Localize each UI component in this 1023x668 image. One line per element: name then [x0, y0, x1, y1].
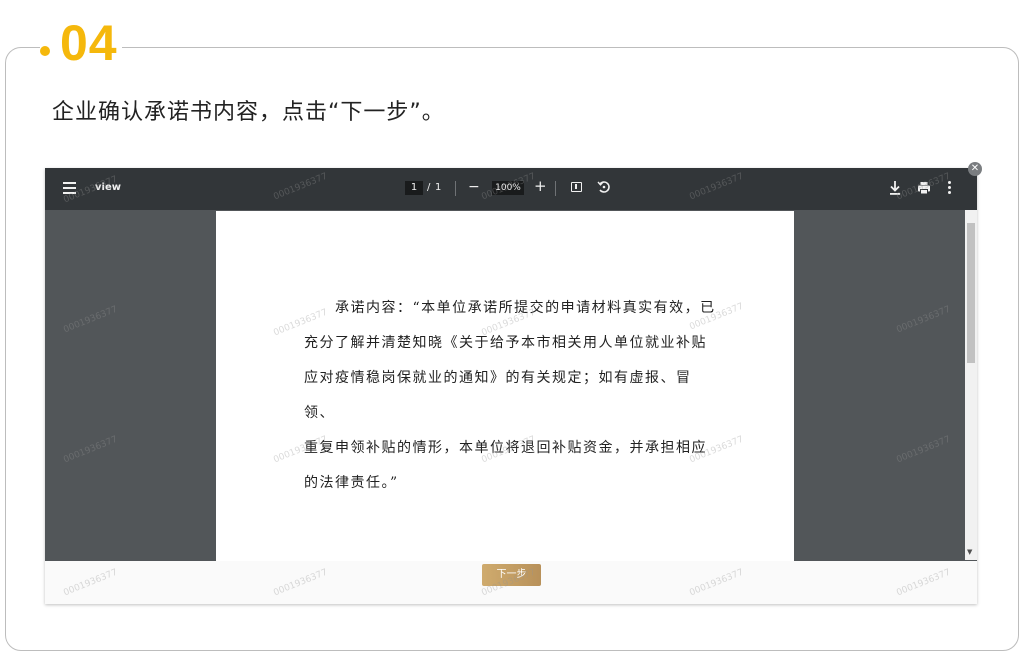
instruction-text: 企业确认承诺书内容，点击“下一步”。: [52, 100, 445, 125]
commitment-line: 应对疫情稳岗保就业的通知》的有关规定；如有虚报、冒领、: [304, 370, 692, 421]
document-title: view: [95, 182, 121, 193]
page-total: 1: [435, 182, 442, 193]
toolbar-divider: [455, 181, 456, 196]
commitment-line: 充分了解并清楚知晓《关于给予本市相关用人单位就业补贴: [304, 335, 707, 351]
page-number-input[interactable]: 1: [405, 181, 423, 195]
zoom-in-button[interactable]: +: [534, 178, 547, 194]
step-number: 04: [40, 4, 122, 68]
scroll-down-arrow-icon[interactable]: ▼: [967, 548, 972, 556]
commitment-line: 承诺内容：“本单位承诺所提交的申请材料真实有效，已: [304, 300, 716, 316]
step-dot: [40, 46, 50, 56]
commitment-text: 承诺内容：“本单位承诺所提交的申请材料真实有效，已 充分了解并清楚知晓《关于给予…: [304, 291, 720, 501]
download-icon[interactable]: [888, 180, 902, 196]
more-options-icon[interactable]: [948, 181, 952, 195]
fit-page-icon[interactable]: [571, 182, 582, 192]
next-step-button[interactable]: 下一步: [482, 564, 541, 586]
pdf-page: 承诺内容：“本单位承诺所提交的申请材料真实有效，已 充分了解并清楚知晓《关于给予…: [216, 211, 794, 571]
close-icon[interactable]: ✕: [968, 162, 982, 176]
commitment-line: 的法律责任。”: [304, 475, 399, 491]
rotate-icon[interactable]: [597, 180, 611, 194]
menu-icon[interactable]: [63, 182, 76, 194]
pdf-toolbar: view 1 / 1 − 100% +: [45, 168, 977, 210]
step-number-text: 04: [60, 15, 118, 71]
pdf-viewer-screenshot: view 1 / 1 − 100% + 承诺内容：“本单位承诺所提交的申请材料真…: [45, 168, 977, 604]
scrollbar-thumb[interactable]: [967, 223, 975, 363]
toolbar-divider: [555, 181, 556, 196]
zoom-out-button[interactable]: −: [468, 179, 480, 195]
zoom-level-input[interactable]: 100%: [492, 181, 524, 195]
print-icon[interactable]: [917, 181, 931, 195]
bottom-action-bar: 下一步: [45, 561, 977, 604]
commitment-line: 重复申领补贴的情形，本单位将退回补贴资金，并承担相应: [304, 440, 707, 456]
page-separator: /: [427, 182, 431, 193]
